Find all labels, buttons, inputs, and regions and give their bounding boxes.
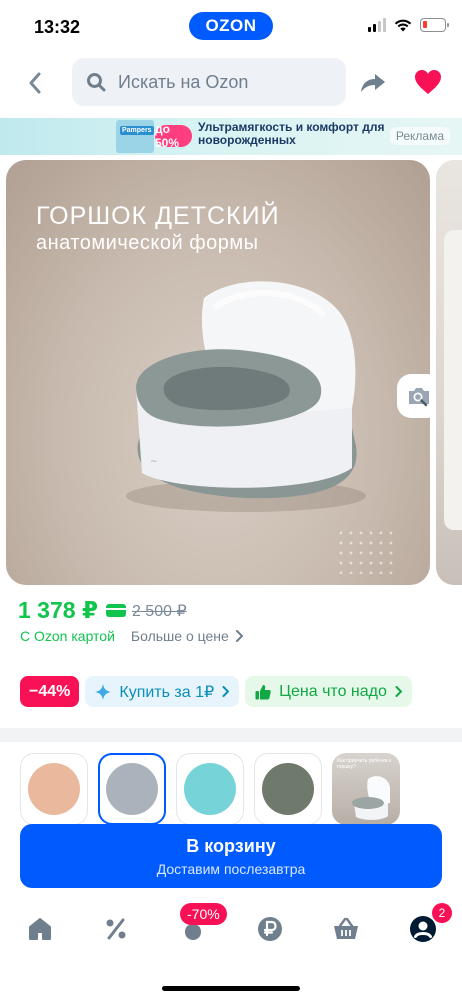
variant-turquoise[interactable] (176, 753, 244, 825)
buy-for-1-label: Купить за 1₽ (119, 683, 215, 701)
variant-swatch (262, 763, 314, 815)
gallery-subtitle: анатомической формы (36, 232, 259, 254)
ad-banner[interactable]: Pampers до 50% Ультрамягкость и комфорт … (0, 118, 462, 155)
bottom-tab-bar: -70% 2 (0, 898, 462, 1000)
price-subrow: С Ozon картой Больше о цене (20, 628, 243, 644)
sparkle-icon (95, 683, 112, 700)
section-divider (0, 728, 462, 742)
share-button[interactable] (358, 68, 388, 98)
more-about-price-link[interactable]: Больше о цене (131, 628, 229, 644)
back-button[interactable] (20, 66, 50, 100)
chevron-right-icon (222, 686, 230, 697)
signal-icon (368, 18, 386, 32)
chevron-right-icon (235, 630, 243, 642)
ozon-logo-pill[interactable]: OZON (189, 12, 273, 40)
product-gallery[interactable]: ГОРШОК ДЕТСКИЙ анатомической формы ~ (6, 160, 430, 585)
ad-discount-badge: до 50% (155, 122, 192, 150)
variant-photo-guide[interactable]: Как приучить ребенка к горшку? (332, 753, 400, 825)
profile-icon (410, 916, 436, 942)
heart-icon (415, 70, 441, 94)
search-input[interactable]: Искать на Ozon (72, 58, 346, 106)
price-row: 1 378 ₽ 2 500 ₽ (18, 597, 187, 624)
status-time: 13:32 (34, 17, 81, 37)
next-image-preview (444, 230, 462, 530)
color-variants: Как приучить ребенка к горшку? (20, 753, 400, 825)
percent-icon (106, 918, 126, 940)
favorite-button[interactable] (413, 68, 443, 98)
variant-photo-image (352, 776, 390, 820)
variant-swatch (184, 763, 236, 815)
next-gallery-image[interactable] (436, 160, 462, 585)
camera-search-icon (409, 388, 429, 407)
image-search-button[interactable] (397, 374, 441, 418)
fair-price-chip[interactable]: Цена что надо (245, 676, 412, 707)
thumbs-up-icon (255, 684, 271, 699)
gallery-title: ГОРШОК ДЕТСКИЙ (36, 202, 280, 230)
discount-chip: −44% (20, 676, 80, 707)
search-icon (87, 73, 106, 92)
search-placeholder: Искать на Ozon (118, 71, 249, 92)
basket-icon (334, 917, 358, 939)
ad-title: Ультрамягкость и комфорт для новорожденн… (198, 120, 385, 147)
price-old: 2 500 ₽ (131, 602, 187, 620)
tab-sales[interactable] (98, 912, 134, 946)
with-card-label: С Ozon картой (20, 628, 115, 644)
delivery-label: Доставим послезавтра (156, 860, 306, 877)
status-icons (368, 18, 449, 32)
promo-chips: −44% Купить за 1₽ Цена что надо (20, 676, 412, 707)
potty-image: ~ (126, 281, 366, 512)
ad-label: Реклама (389, 127, 450, 145)
variant-olive[interactable] (254, 753, 322, 825)
add-to-cart-label: В корзину (186, 835, 276, 856)
chevron-right-icon (395, 686, 402, 697)
chevron-left-icon (29, 72, 41, 94)
ruble-icon (258, 917, 282, 941)
promo-badge: -70% (180, 903, 227, 925)
fair-price-label: Цена что надо (279, 682, 387, 700)
svg-text:~: ~ (150, 457, 158, 467)
tab-cart[interactable] (328, 912, 364, 946)
battery-icon (420, 18, 449, 32)
variant-peach[interactable] (20, 753, 88, 825)
share-icon (361, 74, 385, 92)
profile-count-badge: 2 (432, 903, 452, 923)
tab-finance[interactable] (252, 912, 288, 946)
decorative-dots (336, 528, 396, 574)
status-bar: 13:32 OZON (0, 0, 462, 56)
buy-for-1-chip[interactable]: Купить за 1₽ (85, 676, 240, 707)
price-current: 1 378 ₽ (18, 597, 98, 623)
ad-brand: Pampers (120, 126, 154, 135)
ozon-card-icon (105, 604, 126, 617)
top-nav: Искать на Ozon (0, 56, 462, 110)
tab-home[interactable] (22, 912, 58, 946)
variant-swatch (106, 763, 158, 815)
home-indicator (162, 986, 300, 991)
home-icon (29, 918, 51, 940)
variant-gray-selected[interactable] (98, 753, 166, 825)
ad-product-image: Pampers (116, 120, 154, 153)
wifi-icon (394, 19, 412, 32)
variant-swatch (28, 763, 80, 815)
add-to-cart-button[interactable]: В корзину Доставим послезавтра (20, 824, 442, 888)
